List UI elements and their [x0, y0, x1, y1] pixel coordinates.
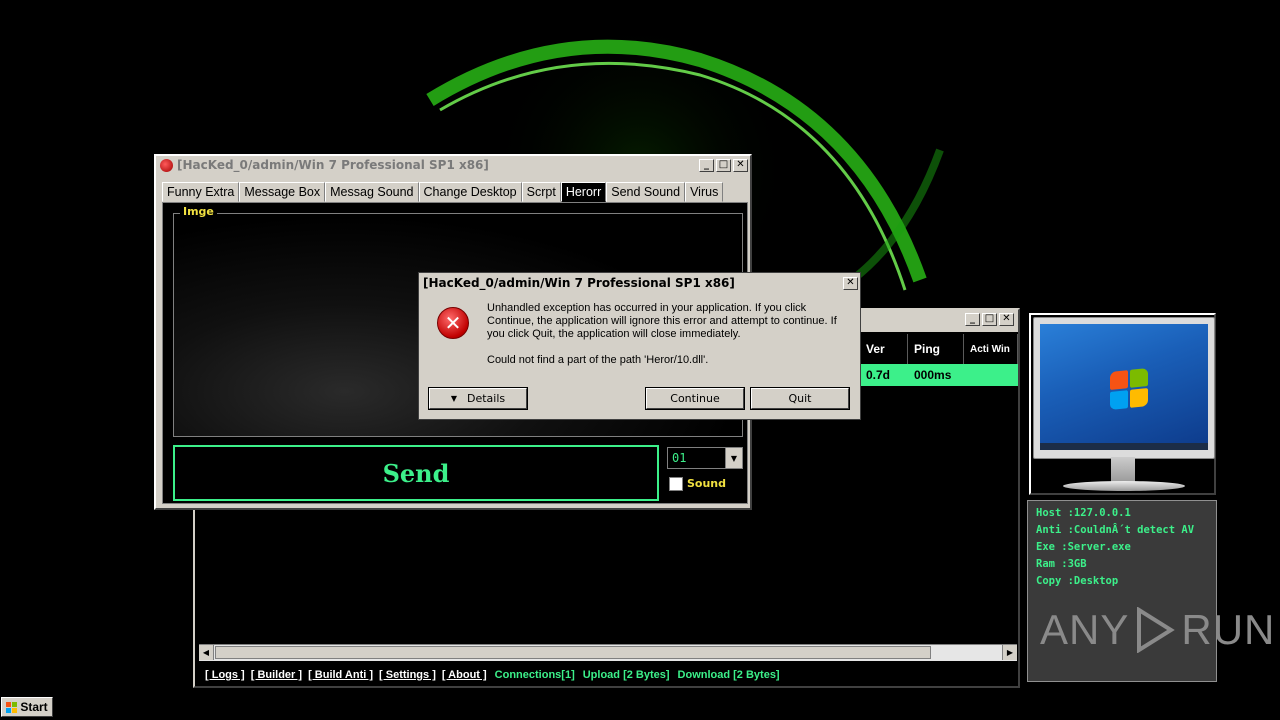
connections-count: Connections[1]: [494, 669, 575, 681]
select-value: 01: [672, 451, 687, 465]
watermark-right: RUN: [1181, 606, 1276, 653]
column-header-ver[interactable]: Ver: [860, 334, 908, 364]
column-header-ping[interactable]: Ping: [908, 334, 964, 364]
minimize-icon[interactable]: _: [699, 158, 714, 172]
upload-status: Upload [2 Bytes]: [582, 669, 670, 681]
cell-ver: 0.7d: [866, 368, 891, 382]
error-icon: ✕: [437, 307, 469, 339]
maximize-icon[interactable]: □: [982, 313, 997, 326]
tab-message-box[interactable]: Message Box: [239, 182, 326, 202]
app-icon: [160, 158, 173, 172]
remote-screen-preview: [1029, 313, 1216, 495]
dialog-title: [HacKed_0/admin/Win 7 Professional SP1 x…: [423, 276, 735, 290]
close-icon[interactable]: ✕: [843, 276, 858, 290]
start-button[interactable]: Start: [1, 697, 53, 717]
monitor-base: [1063, 481, 1185, 491]
window-title: [HacKed_0/admin/Win 7 Professional SP1 x…: [177, 158, 489, 172]
chevron-down-icon: ▼: [450, 394, 457, 403]
windows-flag-icon: [6, 701, 18, 713]
maximize-icon[interactable]: □: [716, 158, 731, 172]
tab-strip: Funny Extra Message Box Messag Sound Cha…: [162, 182, 724, 202]
anyrun-watermark: ANY RUN: [1040, 606, 1275, 654]
info-copy: Copy :Desktop: [1036, 575, 1119, 587]
status-bar: [ Logs ] [ Builder ] [ Build Anti ] [ Se…: [199, 664, 1017, 686]
scroll-left-icon[interactable]: ◀: [199, 645, 214, 660]
about-link[interactable]: [ About ]: [442, 669, 487, 681]
cell-ping: 000ms: [914, 368, 952, 382]
error-detail: Could not find a part of the path 'Heror…: [487, 354, 709, 366]
monitor-icon: [1033, 317, 1215, 459]
column-header-active-window[interactable]: Acti Win: [964, 334, 1018, 364]
minimize-icon[interactable]: _: [965, 313, 980, 326]
info-host: Host :127.0.0.1: [1036, 507, 1131, 519]
client-info-panel: Host :127.0.0.1 Anti :CouldnÂ´t detect A…: [1027, 500, 1217, 682]
cell-active-window: [964, 364, 1018, 386]
watermark-left: ANY: [1040, 606, 1130, 653]
settings-link[interactable]: [ Settings ]: [379, 669, 436, 681]
quit-button[interactable]: Quit: [750, 387, 850, 410]
close-icon[interactable]: ✕: [733, 158, 748, 172]
remote-desktop-thumbnail[interactable]: [1040, 324, 1208, 450]
send-button[interactable]: Send: [173, 445, 659, 501]
tab-scrpt[interactable]: Scrpt: [521, 182, 561, 202]
logs-link[interactable]: [ Logs ]: [205, 669, 245, 681]
sound-checkbox[interactable]: [669, 477, 683, 491]
monitor-stand: [1111, 457, 1135, 483]
builder-link[interactable]: [ Builder ]: [251, 669, 302, 681]
info-exe: Exe :Server.exe: [1036, 541, 1131, 553]
clients-table-header: Ver Ping Acti Win: [860, 334, 1018, 364]
start-label: Start: [20, 700, 48, 714]
download-status: Download [2 Bytes]: [677, 669, 780, 681]
info-anti: Anti :CouldnÂ´t detect AV: [1036, 524, 1195, 536]
error-dialog: [HacKed_0/admin/Win 7 Professional SP1 x…: [418, 272, 861, 420]
scrollbar-thumb[interactable]: [215, 646, 931, 659]
tab-send-sound[interactable]: Send Sound: [606, 182, 686, 202]
tab-funny-extra[interactable]: Funny Extra: [162, 182, 240, 202]
info-ram: Ram :3GB: [1036, 558, 1087, 570]
tab-messag-sound[interactable]: Messag Sound: [325, 182, 419, 202]
fun-window-titlebar[interactable]: [HacKed_0/admin/Win 7 Professional SP1 x…: [156, 156, 750, 174]
scroll-right-icon[interactable]: ▶: [1002, 645, 1017, 660]
close-icon[interactable]: ✕: [999, 313, 1014, 326]
windows-logo-icon: [1110, 368, 1148, 410]
image-group-label: Imge: [180, 205, 217, 218]
details-button-label: Details: [467, 392, 506, 405]
tab-virus[interactable]: Virus: [685, 182, 724, 202]
build-anti-link[interactable]: [ Build Anti ]: [308, 669, 373, 681]
table-row[interactable]: 0.7d 000ms: [860, 364, 1018, 386]
horizontal-scrollbar[interactable]: ◀ ▶: [199, 644, 1017, 661]
continue-button[interactable]: Continue: [645, 387, 745, 410]
tab-change-desktop[interactable]: Change Desktop: [418, 182, 522, 202]
play-icon: [1137, 607, 1176, 653]
error-message: Unhandled exception has occurred in your…: [487, 302, 837, 340]
details-button[interactable]: ▼ Details: [428, 387, 528, 410]
tab-herorr[interactable]: Herorr: [560, 182, 607, 202]
error-number-select[interactable]: 01 ▼: [667, 447, 743, 469]
chevron-down-icon[interactable]: ▼: [725, 448, 742, 468]
error-dialog-titlebar[interactable]: [HacKed_0/admin/Win 7 Professional SP1 x…: [419, 273, 860, 293]
remote-taskbar: [1040, 443, 1208, 450]
sound-checkbox-label[interactable]: Sound: [687, 477, 726, 490]
